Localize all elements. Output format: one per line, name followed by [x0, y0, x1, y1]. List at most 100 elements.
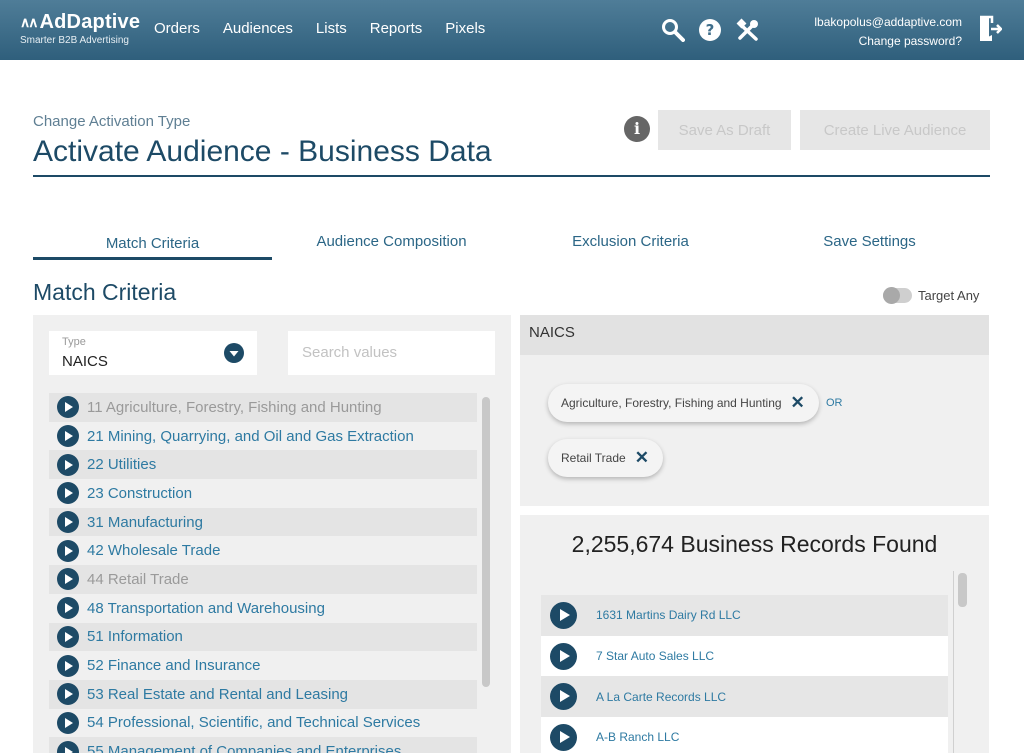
play-icon[interactable]: [57, 597, 79, 620]
naics-selection-panel: NAICS Agriculture, Forestry, Fishing and…: [520, 315, 989, 506]
list-item[interactable]: 11 Agriculture, Forestry, Fishing and Hu…: [49, 393, 477, 422]
logo[interactable]: ∧∧ AdDaptive Smarter B2B Advertising: [20, 11, 140, 46]
save-as-draft-button[interactable]: Save As Draft: [658, 110, 791, 150]
list-item[interactable]: 22 Utilities: [49, 450, 477, 480]
user-email: lbakopolus@addaptive.com: [814, 15, 962, 29]
play-icon[interactable]: [550, 723, 577, 751]
list-item[interactable]: 55 Management of Companies and Enterpris…: [49, 737, 477, 753]
record-name[interactable]: 7 Star Auto Sales LLC: [596, 649, 714, 663]
or-operator[interactable]: OR: [826, 397, 843, 409]
info-icon[interactable]: i: [624, 116, 650, 142]
list-item-label: 54 Professional, Scientific, and Technic…: [87, 714, 421, 732]
naics-panel-title: NAICS: [529, 324, 575, 341]
play-icon[interactable]: [57, 425, 79, 448]
target-any-toggle[interactable]: [883, 287, 912, 304]
search-values-input[interactable]: Search values: [288, 331, 495, 375]
record-row[interactable]: A-B Ranch LLC: [541, 717, 948, 753]
record-name[interactable]: A La Carte Records LLC: [596, 690, 726, 704]
nav-orders[interactable]: Orders: [154, 20, 200, 37]
list-item[interactable]: 42 Wholesale Trade: [49, 536, 477, 565]
tab-exclusion-criteria[interactable]: Exclusion Criteria: [511, 233, 750, 250]
title-divider: [33, 175, 990, 177]
list-scrollbar[interactable]: [482, 397, 490, 687]
criteria-picker-panel: Type NAICS Search values 11 Agriculture,…: [33, 315, 511, 753]
play-icon[interactable]: [57, 539, 79, 562]
close-icon[interactable]: ✕: [791, 393, 805, 413]
play-icon[interactable]: [550, 683, 577, 711]
target-any-label: Target Any: [918, 288, 980, 303]
help-icon[interactable]: ?: [698, 18, 722, 42]
play-icon[interactable]: [550, 642, 577, 670]
tab-save-settings[interactable]: Save Settings: [750, 233, 989, 250]
chevron-down-icon[interactable]: [224, 343, 244, 363]
records-scrollbar[interactable]: [958, 573, 967, 607]
list-item[interactable]: 53 Real Estate and Rental and Leasing: [49, 679, 477, 709]
list-item[interactable]: 23 Construction: [49, 479, 477, 508]
create-live-audience-button[interactable]: Create Live Audience: [800, 110, 990, 150]
search-icon[interactable]: [661, 18, 685, 42]
logout-icon[interactable]: [978, 15, 1002, 43]
list-item-label: 21 Mining, Quarrying, and Oil and Gas Ex…: [87, 427, 414, 445]
record-row[interactable]: 1631 Martins Dairy Rd LLC: [541, 595, 948, 636]
toggle-knob: [883, 287, 900, 304]
play-icon[interactable]: [57, 568, 79, 591]
play-icon[interactable]: [57, 453, 79, 476]
list-item[interactable]: 44 Retail Trade: [49, 565, 477, 594]
records-count: 2,255,674 Business Records Found: [571, 531, 938, 557]
record-name[interactable]: A-B Ranch LLC: [596, 730, 679, 744]
section-title: Match Criteria: [33, 279, 177, 305]
play-icon[interactable]: [57, 396, 79, 419]
list-item-label: 52 Finance and Insurance: [87, 657, 261, 675]
list-item-label: 55 Management of Companies and Enterpris…: [87, 743, 402, 753]
logo-text: AdDaptive: [39, 11, 141, 33]
user-info: lbakopolus@addaptive.com Change password…: [814, 13, 962, 51]
nav-lists[interactable]: Lists: [316, 20, 347, 37]
play-icon[interactable]: [57, 511, 79, 534]
play-icon[interactable]: [57, 654, 79, 677]
logo-tagline: Smarter B2B Advertising: [20, 35, 129, 46]
type-select-label: Type: [62, 336, 86, 348]
type-select[interactable]: Type NAICS: [49, 331, 257, 375]
list-item-label: 22 Utilities: [87, 456, 157, 474]
records-list: 1631 Martins Dairy Rd LLC 7 Star Auto Sa…: [541, 595, 948, 753]
list-item-label: 53 Real Estate and Rental and Leasing: [87, 685, 349, 703]
naics-panel-header: NAICS: [520, 315, 989, 355]
play-icon[interactable]: [57, 482, 79, 505]
play-icon[interactable]: [57, 740, 79, 753]
play-icon[interactable]: [57, 683, 79, 706]
list-item[interactable]: 52 Finance and Insurance: [49, 651, 477, 680]
change-activation-type-link[interactable]: Change Activation Type: [33, 113, 190, 130]
play-icon[interactable]: [550, 601, 577, 629]
play-icon[interactable]: [57, 625, 79, 648]
list-item[interactable]: 48 Transportation and Warehousing: [49, 594, 477, 623]
records-panel: 2,255,674 Business Records Found 1631 Ma…: [520, 515, 989, 753]
list-item-label: 51 Information: [87, 628, 183, 646]
main-nav: Orders Audiences Lists Reports Pixels: [154, 20, 508, 37]
type-select-value: NAICS: [62, 353, 108, 370]
record-row[interactable]: A La Carte Records LLC: [541, 676, 948, 718]
tab-audience-composition[interactable]: Audience Composition: [272, 233, 511, 250]
naics-list: 11 Agriculture, Forestry, Fishing and Hu…: [49, 393, 477, 753]
chip-label: Retail Trade: [561, 451, 626, 465]
list-item[interactable]: 51 Information: [49, 622, 477, 652]
nav-reports[interactable]: Reports: [370, 20, 423, 37]
list-item-label: 11 Agriculture, Forestry, Fishing and Hu…: [87, 398, 382, 416]
tools-icon[interactable]: [736, 18, 760, 42]
record-name[interactable]: 1631 Martins Dairy Rd LLC: [596, 608, 741, 622]
list-item-label: 42 Wholesale Trade: [87, 542, 221, 560]
tab-match-criteria[interactable]: Match Criteria: [33, 235, 272, 252]
change-password-link[interactable]: Change password?: [814, 32, 962, 51]
chip-label: Agriculture, Forestry, Fishing and Hunti…: [561, 396, 782, 410]
play-icon[interactable]: [57, 711, 79, 734]
record-row[interactable]: 7 Star Auto Sales LLC: [541, 635, 948, 677]
list-item[interactable]: 21 Mining, Quarrying, and Oil and Gas Ex…: [49, 422, 477, 451]
nav-pixels[interactable]: Pixels: [445, 20, 485, 37]
list-item-label: 31 Manufacturing: [87, 513, 203, 531]
close-icon[interactable]: ✕: [635, 448, 649, 468]
list-item[interactable]: 54 Professional, Scientific, and Technic…: [49, 709, 477, 738]
svg-text:?: ?: [706, 21, 715, 39]
top-navbar: ∧∧ AdDaptive Smarter B2B Advertising Ord…: [0, 0, 1024, 60]
list-item[interactable]: 31 Manufacturing: [49, 507, 477, 537]
nav-audiences[interactable]: Audiences: [223, 20, 293, 37]
records-scroll-track: [953, 571, 954, 753]
